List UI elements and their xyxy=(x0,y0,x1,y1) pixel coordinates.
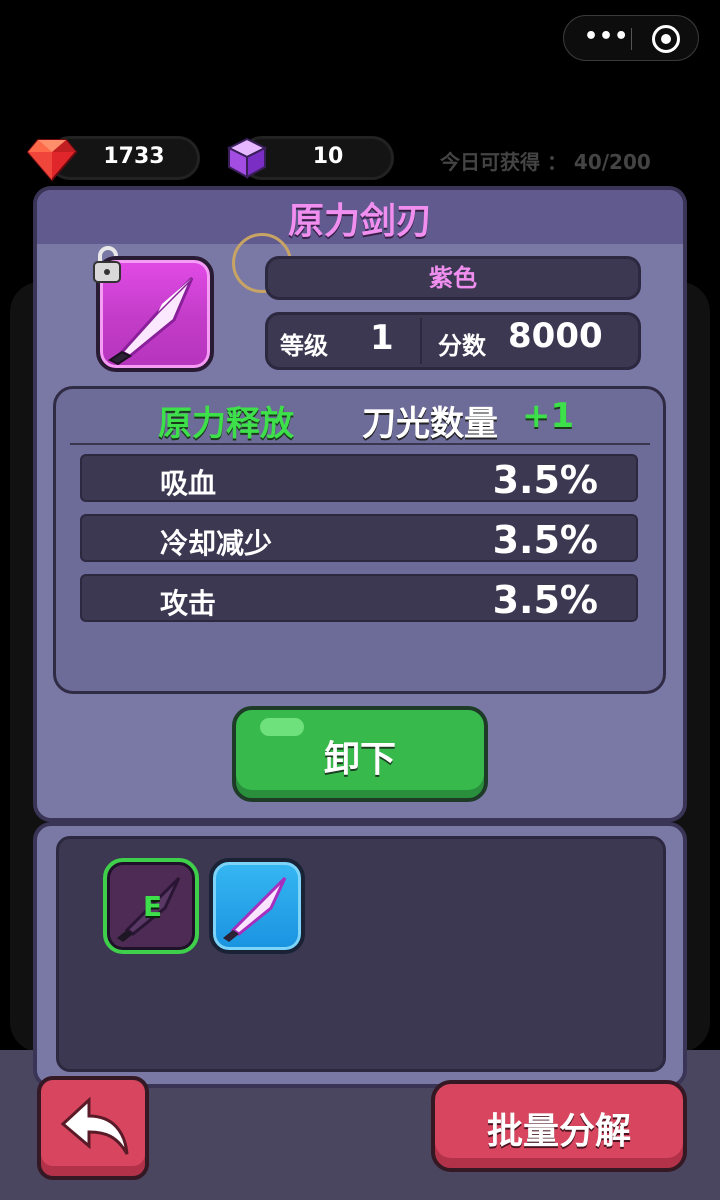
unlocked-padlock-icon[interactable] xyxy=(92,246,124,284)
ability-effect-bonus: +1 xyxy=(522,396,575,436)
attribute-value: 3.5% xyxy=(492,518,598,562)
purple-cube-icon xyxy=(226,137,268,179)
attribute-row: 冷却减少 3.5% xyxy=(80,514,638,562)
cube-value: 10 xyxy=(312,144,344,169)
capsule-separator xyxy=(631,28,632,50)
score-value: 8000 xyxy=(508,316,603,356)
rarity-label: 紫色 xyxy=(429,264,477,292)
attribute-name: 攻击 xyxy=(160,587,217,620)
batch-decompose-label: 批量分解 xyxy=(486,1111,631,1152)
inventory-slot-equipped[interactable]: E xyxy=(103,858,199,954)
equipped-badge: E xyxy=(143,890,163,923)
item-title: 原力剑刃 xyxy=(287,201,432,242)
capsule-menu: ••• xyxy=(563,15,699,61)
rarity-bar: 紫色 xyxy=(265,256,641,300)
target-circle-icon[interactable] xyxy=(652,25,680,53)
level-value: 1 xyxy=(370,318,394,358)
score-label: 分数 xyxy=(438,332,486,360)
attribute-name: 冷却减少 xyxy=(160,527,273,560)
inventory-slot[interactable] xyxy=(209,858,305,954)
batch-decompose-button[interactable]: 批量分解 xyxy=(431,1080,687,1172)
ability-effect: 刀光数量 xyxy=(362,404,498,444)
attribute-name: 吸血 xyxy=(160,467,217,500)
more-dots-icon[interactable]: ••• xyxy=(584,26,628,50)
level-label: 等级 xyxy=(280,332,328,360)
blue-blade-icon xyxy=(223,876,287,942)
unequip-label: 卸下 xyxy=(323,739,396,780)
back-button[interactable] xyxy=(37,1076,149,1180)
daily-limit-text: 今日可获得 ： 40/200 xyxy=(440,150,651,174)
unequip-button[interactable]: 卸下 xyxy=(232,706,488,802)
attribute-divider xyxy=(70,443,650,445)
attribute-row: 吸血 3.5% xyxy=(80,454,638,502)
gem-value: 1733 xyxy=(103,144,165,169)
attribute-value: 3.5% xyxy=(492,578,598,622)
ability-name: 原力释放 xyxy=(158,404,294,444)
attribute-value: 3.5% xyxy=(492,458,598,502)
attribute-row: 攻击 3.5% xyxy=(80,574,638,622)
red-gem-icon xyxy=(26,139,78,182)
stats-divider xyxy=(420,318,422,364)
back-arrow-icon xyxy=(60,1096,129,1155)
